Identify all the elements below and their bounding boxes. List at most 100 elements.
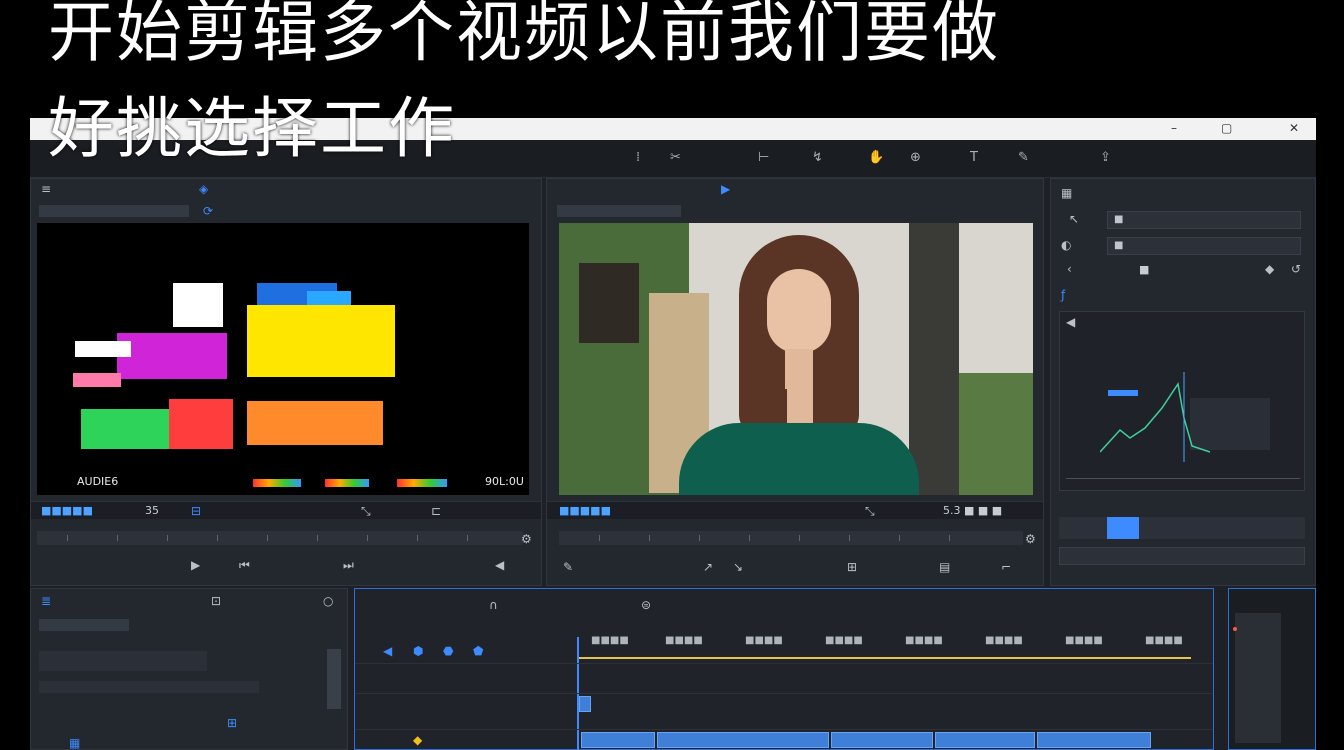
settings-icon[interactable]: ⚙ <box>521 533 532 545</box>
panel-icon[interactable]: ▦ <box>1061 187 1072 199</box>
value-graph[interactable]: ◀ <box>1059 311 1305 491</box>
text-tool-icon[interactable]: T <box>970 150 978 165</box>
chevron-left-icon[interactable]: ‹ <box>1067 263 1072 275</box>
insert-icon[interactable]: ⊞ <box>847 561 857 573</box>
camera-icon[interactable]: ⌐ <box>1001 561 1011 573</box>
program-preview <box>559 223 1033 495</box>
work-area-bar[interactable] <box>577 657 1191 659</box>
mark-in-icon[interactable]: ⤡ <box>361 505 371 517</box>
logo-shape <box>173 283 223 327</box>
panel-menu-icon[interactable]: ≡ <box>41 183 51 195</box>
face <box>767 269 831 353</box>
effects-icon[interactable]: ◈ <box>199 183 208 195</box>
ripple-icon[interactable]: ↯ <box>812 150 823 165</box>
ruler-label: ■■■■ <box>665 635 703 646</box>
timeline-clip[interactable] <box>581 732 655 748</box>
close-icon[interactable]: ✕ <box>1289 121 1299 135</box>
graph-slider[interactable] <box>1066 478 1300 479</box>
list-item[interactable] <box>39 681 259 693</box>
razor-icon[interactable]: ✂ <box>670 150 681 165</box>
ruler-label: ■■■■ <box>1145 635 1183 646</box>
trim-icon[interactable]: ⤡ <box>865 505 875 517</box>
source-monitor: ≡ ◈ ⟳ AUDIE6 90L:0U ■■■■■ 35 ⊟ ⤡ ⊏ ⚙ ▶ ⏮… <box>30 178 542 586</box>
ruler-label: ■■■■ <box>985 635 1023 646</box>
timeline-clip[interactable] <box>657 732 829 748</box>
export-frame-icon[interactable]: ◀ <box>495 559 504 571</box>
settings-icon[interactable]: ⊜ <box>641 599 651 611</box>
program-scrub-bar[interactable] <box>559 531 1023 545</box>
timeline-clip[interactable] <box>1037 732 1151 748</box>
property-field-1[interactable]: ■ <box>1107 211 1301 229</box>
keyframe-icon[interactable]: ◆ <box>1265 263 1274 275</box>
step-back-icon[interactable]: ⏮ <box>239 559 250 571</box>
track-tool-icon[interactable]: ⬣ <box>443 645 453 657</box>
project-subbar <box>39 619 129 631</box>
maximize-icon[interactable]: ▢ <box>1221 121 1232 135</box>
mark-out-icon[interactable]: ⊏ <box>431 505 441 517</box>
timeline-clip[interactable] <box>579 696 591 712</box>
snap-icon[interactable]: ∩ <box>489 599 498 611</box>
active-tab[interactable] <box>1107 517 1139 539</box>
audio-track: ◆ <box>355 729 1213 749</box>
audio-meter <box>1228 588 1316 750</box>
folder-icon[interactable]: ≣ <box>41 595 51 607</box>
hand-icon[interactable]: ✋ <box>868 150 884 165</box>
search-field[interactable] <box>1059 547 1305 565</box>
graph-curve <box>1100 372 1211 462</box>
caption-line-2: 好挑选择工作 <box>48 90 456 167</box>
play-icon[interactable]: ▶ <box>191 559 200 571</box>
settings-icon[interactable]: ⚙ <box>1025 533 1036 545</box>
new-bin-icon[interactable]: ⊡ <box>211 595 221 607</box>
timeline-panel: ∩ ⊜ ◀ ⬢ ⬣ ⬟ ■■■■ ■■■■ ■■■■ ■■■■ ■■■■ ■■■… <box>354 588 1214 750</box>
color-bar <box>397 479 447 487</box>
play-icon[interactable]: ▶ <box>721 183 730 195</box>
minimize-icon[interactable]: – <box>1171 121 1177 135</box>
picture-frame <box>579 263 639 343</box>
track-tool-icon[interactable]: ◀ <box>383 645 392 657</box>
extract-icon[interactable]: ↘ <box>733 561 743 573</box>
track-tool-icon[interactable]: ⬟ <box>473 645 483 657</box>
program-monitor: ▶ ■■■■■ ⤡ 5.3 ■ ■ ■ ⚙ ✎ ↗ ↘ ⊞ ▤ ⌐ <box>546 178 1044 586</box>
ruler-label: ■■■■ <box>905 635 943 646</box>
new-item-icon[interactable]: ⊞ <box>227 717 237 729</box>
source-subbar <box>39 205 189 217</box>
source-scrub-bar[interactable] <box>37 531 523 545</box>
list-view-icon[interactable]: ▦ <box>69 737 80 749</box>
reset-icon[interactable]: ↺ <box>1291 263 1301 275</box>
color-bar <box>253 479 301 487</box>
property-field-2[interactable]: ■ <box>1107 237 1301 255</box>
source-info-bar: ■■■■■ 35 ⊟ ⤡ ⊏ <box>31 501 541 519</box>
opacity-icon[interactable]: ◐ <box>1061 239 1071 251</box>
search-box[interactable] <box>39 651 207 671</box>
collapse-icon[interactable]: ◀ <box>1066 316 1075 328</box>
ruler-label: ■■■■ <box>825 635 863 646</box>
link-icon[interactable]: ⟳ <box>203 205 213 217</box>
program-info-bar: ■■■■■ ⤡ 5.3 ■ ■ ■ <box>547 501 1043 519</box>
export-icon[interactable]: ⇪ <box>1100 150 1111 165</box>
search-icon[interactable]: ○ <box>323 595 333 607</box>
track-select-icon[interactable]: ⊢ <box>758 150 769 165</box>
program-subbar <box>557 205 681 217</box>
source-preview: AUDIE6 90L:0U <box>37 223 529 495</box>
editor-window: – ▢ ✕ ⁞ ✂ ⊢ ↯ ✋ ⊕ T ✎ ⇪ ≡ ◈ ⟳ AUDIE6 90L… <box>30 118 1316 750</box>
timeline-clip[interactable] <box>831 732 933 748</box>
zoom-icon[interactable]: ⊕ <box>910 150 921 165</box>
keyframe-icon[interactable]: ◆ <box>413 734 422 746</box>
marker-icon[interactable]: ⊟ <box>191 505 201 517</box>
ruler-label: ■■■■ <box>745 635 783 646</box>
track-tool-icon[interactable]: ⬢ <box>413 645 423 657</box>
timeline-clip[interactable] <box>935 732 1035 748</box>
overwrite-icon[interactable]: ▤ <box>939 561 950 573</box>
motion-icon[interactable]: ↖ <box>1069 213 1079 225</box>
lift-icon[interactable]: ↗ <box>703 561 713 573</box>
neckline <box>787 387 813 423</box>
logo-shape <box>247 401 383 445</box>
property-label-3: ■ <box>1139 263 1150 276</box>
pen-icon[interactable]: ✎ <box>1018 150 1029 165</box>
tool-icon-1[interactable]: ⁞ <box>636 150 640 165</box>
step-forward-icon[interactable]: ⏭ <box>343 559 354 571</box>
scrollbar[interactable] <box>327 649 341 709</box>
peak-indicator <box>1233 627 1237 631</box>
add-marker-icon[interactable]: ✎ <box>563 561 573 573</box>
fx-icon[interactable]: ƒ <box>1061 289 1065 301</box>
